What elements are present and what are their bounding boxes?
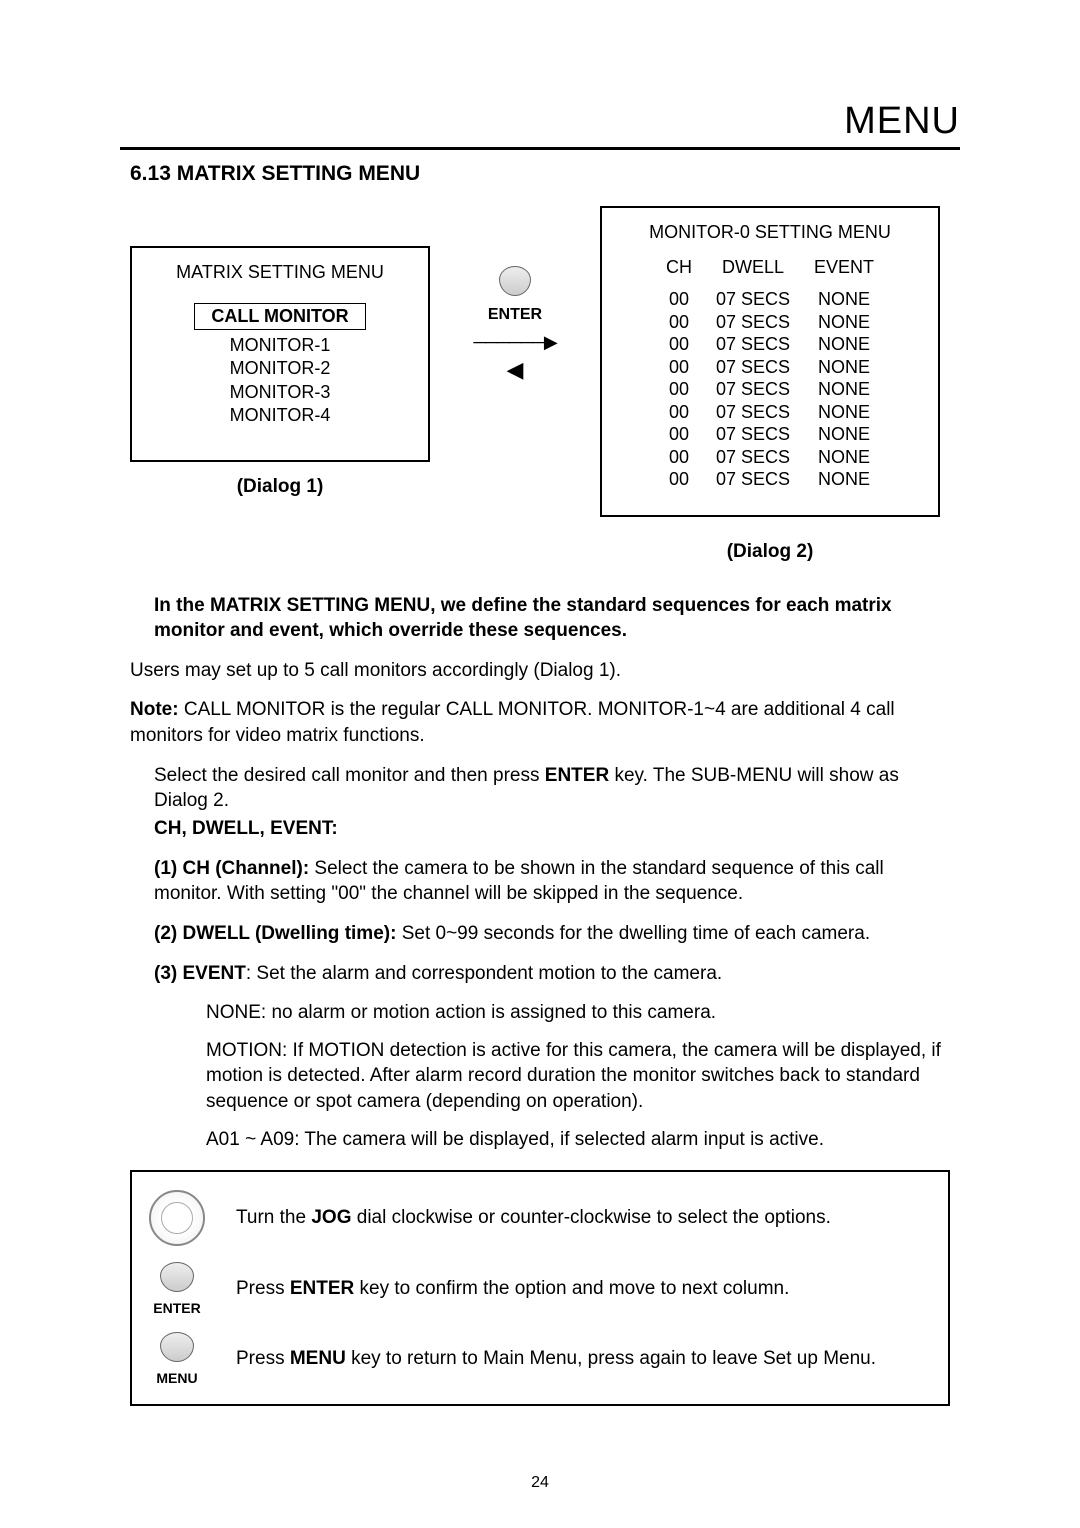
- dialog1-item[interactable]: MONITOR-3: [140, 381, 420, 404]
- instruction-enter: Press ENTER key to confirm the option an…: [236, 1278, 930, 1300]
- table-row: 0007 SECSNONE: [654, 446, 886, 469]
- dialog1-box: MATRIX SETTING MENU CALL MONITOR MONITOR…: [130, 246, 430, 462]
- dialog1-selected-item[interactable]: CALL MONITOR: [194, 303, 365, 330]
- col-header-dwell: DWELL: [704, 257, 802, 288]
- nav-arrows: ENTER ──────▶ ◀: [460, 206, 570, 383]
- arrow-left-icon: ◀: [460, 357, 570, 383]
- table-row: 0007 SECSNONE: [654, 378, 886, 401]
- table-row: 0007 SECSNONE: [654, 311, 886, 334]
- page-number: 24: [0, 1474, 1080, 1492]
- dialog1-title: MATRIX SETTING MENU: [140, 262, 420, 283]
- col-header-ch: CH: [654, 257, 704, 288]
- list-item: (3) EVENT: Set the alarm and corresponde…: [154, 961, 950, 987]
- dialog2-box: MONITOR-0 SETTING MENU CH DWELL EVENT 00…: [600, 206, 940, 517]
- instruction-jog: Turn the JOG dial clockwise or counter-c…: [236, 1207, 930, 1229]
- event-desc-motion: MOTION: If MOTION detection is active fo…: [206, 1038, 950, 1115]
- dialog2-label: (Dialog 2): [600, 541, 940, 563]
- enter-button-label: ENTER: [460, 306, 570, 324]
- paragraph: Select the desired call monitor and then…: [154, 763, 950, 814]
- table-row: 0007 SECSNONE: [654, 333, 886, 356]
- table-row: 0007 SECSNONE: [654, 356, 886, 379]
- col-header-event: EVENT: [802, 257, 886, 288]
- table-row: 0007 SECSNONE: [654, 401, 886, 424]
- event-desc-alarm: A01 ~ A09: The camera will be displayed,…: [206, 1127, 950, 1153]
- table-row: 0007 SECSNONE: [654, 468, 886, 491]
- subheading: CH, DWELL, EVENT:: [154, 816, 950, 842]
- list-item: (2) DWELL (Dwelling time): Set 0~99 seco…: [154, 921, 950, 947]
- paragraph: Users may set up to 5 call monitors acco…: [130, 658, 950, 684]
- enter-button-label: ENTER: [142, 1300, 212, 1316]
- dialog1-label: (Dialog 1): [130, 476, 430, 498]
- dialog2-title: MONITOR-0 SETTING MENU: [610, 222, 930, 243]
- menu-button-icon: [160, 1332, 194, 1362]
- enter-button-icon: [160, 1262, 194, 1292]
- list-item: (1) CH (Channel): Select the camera to b…: [154, 856, 950, 907]
- jog-dial-icon: [149, 1190, 205, 1246]
- table-row: 0007 SECSNONE: [654, 288, 886, 311]
- event-desc-none: NONE: no alarm or motion action is assig…: [206, 1000, 950, 1026]
- dialog1-item[interactable]: MONITOR-2: [140, 357, 420, 380]
- dialog2-table: CH DWELL EVENT 0007 SECSNONE 0007 SECSNO…: [654, 257, 886, 491]
- page-title: MENU: [120, 100, 960, 143]
- intro-text: In the MATRIX SETTING MENU, we define th…: [154, 593, 950, 644]
- table-row: 0007 SECSNONE: [654, 423, 886, 446]
- section-heading: 6.13 MATRIX SETTING MENU: [130, 162, 960, 186]
- diagrams-row: MATRIX SETTING MENU CALL MONITOR MONITOR…: [130, 206, 960, 563]
- dialog1-item[interactable]: MONITOR-4: [140, 404, 420, 427]
- dialog1-item[interactable]: MONITOR-1: [140, 334, 420, 357]
- divider: [120, 147, 960, 150]
- menu-button-label: MENU: [142, 1370, 212, 1386]
- note-paragraph: Note: CALL MONITOR is the regular CALL M…: [130, 697, 950, 748]
- note-label: Note:: [130, 699, 179, 720]
- enter-button-icon: [499, 266, 531, 296]
- body-text: In the MATRIX SETTING MENU, we define th…: [130, 593, 950, 1407]
- arrow-right-icon: ──────▶: [460, 332, 570, 353]
- instructions-box: Turn the JOG dial clockwise or counter-c…: [130, 1170, 950, 1406]
- instruction-menu: Press MENU key to return to Main Menu, p…: [236, 1348, 930, 1370]
- note-text: CALL MONITOR is the regular CALL MONITOR…: [130, 699, 895, 746]
